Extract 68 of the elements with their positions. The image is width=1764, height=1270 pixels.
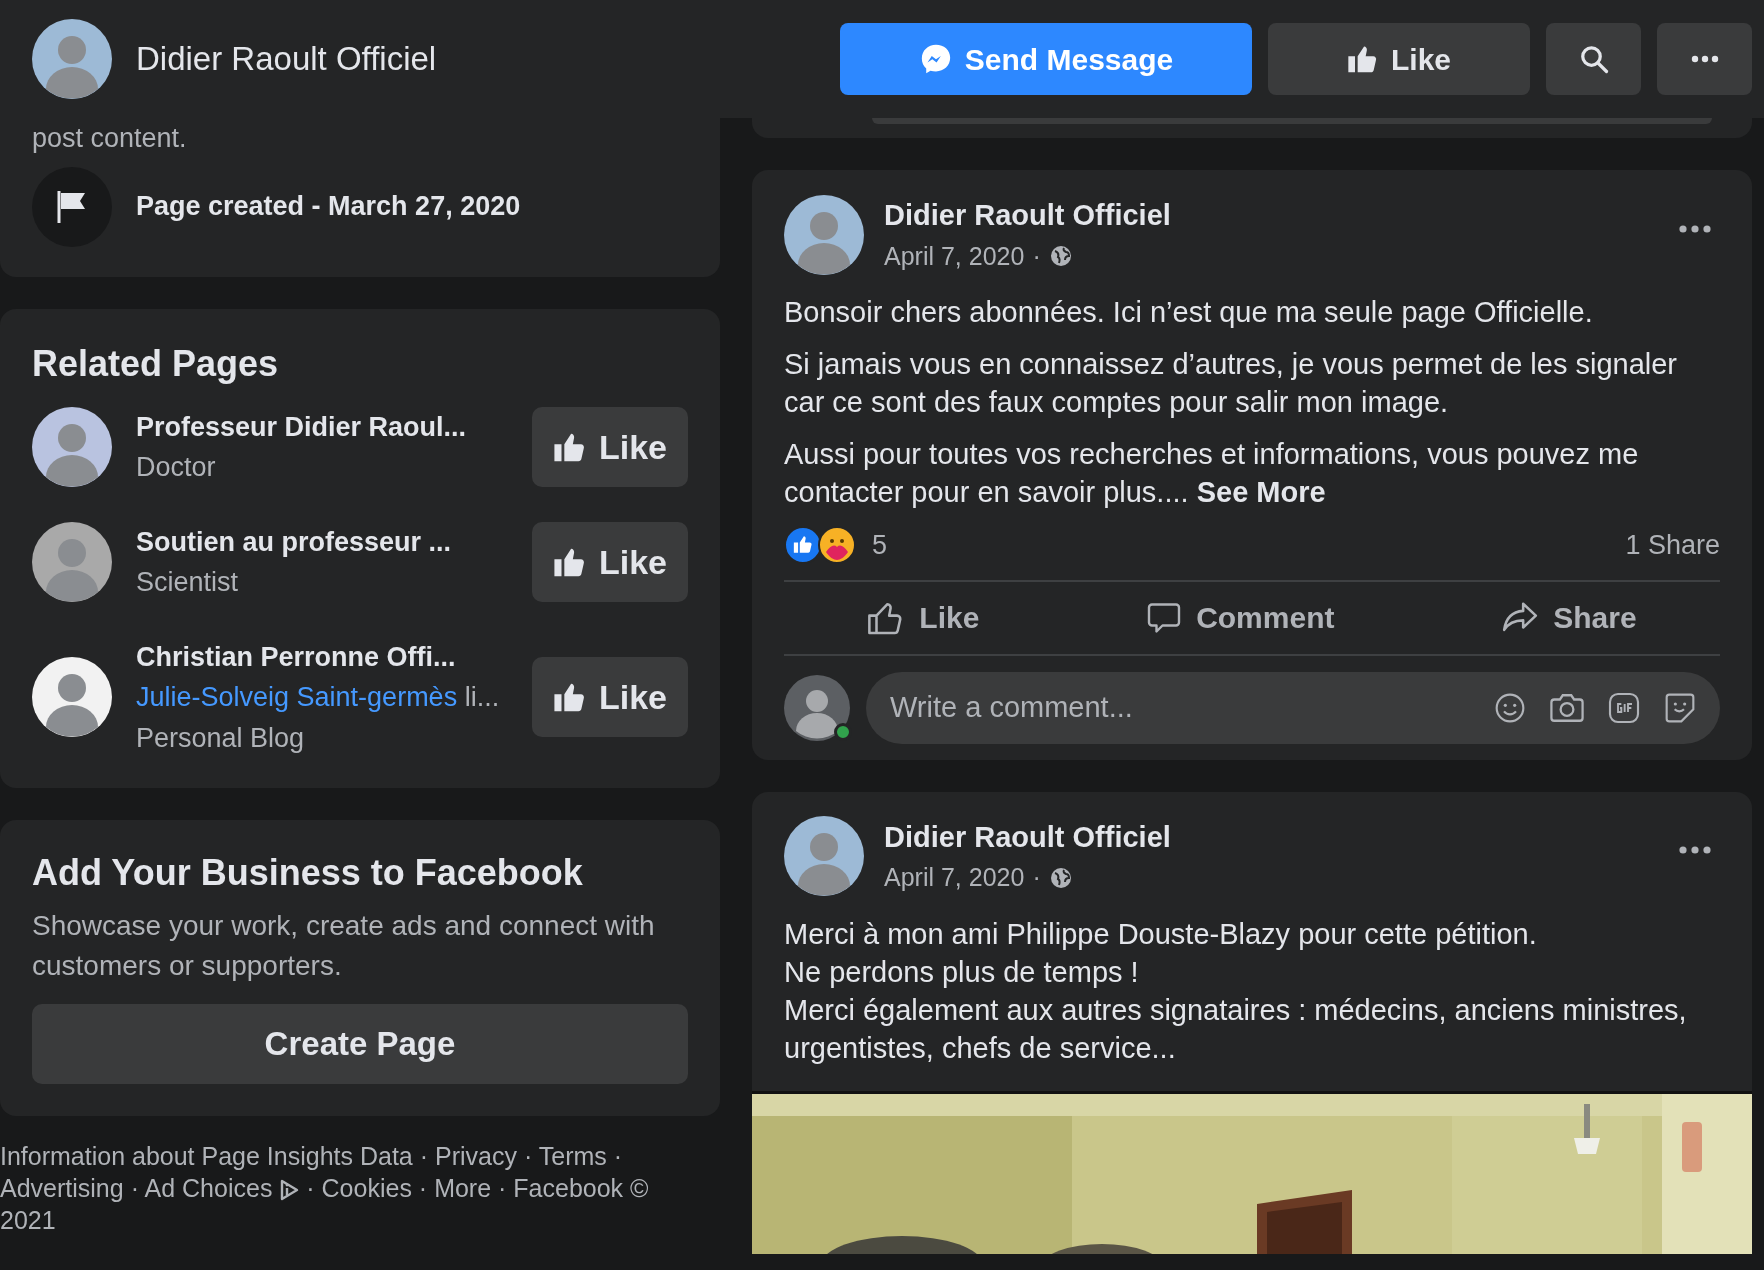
post-line: Merci à mon ami Philippe Douste-Blazy pour cette pétition.: [784, 916, 1538, 952]
search-button[interactable]: [1546, 23, 1641, 95]
separator-dot: ·: [613, 1142, 623, 1170]
separator-dot: ·: [418, 1174, 428, 1202]
care-reaction-icon: [818, 526, 856, 565]
separator-dot: ·: [419, 1142, 429, 1170]
comment-action-button[interactable]: Comment: [1140, 594, 1341, 641]
page-created-text: Page created - March 27, 2020: [136, 190, 521, 224]
footer-text: Information about Page Insights Data · Privacy · Terms · Advertising · Ad Choices · Cookies · More · Facebook © 2021: [0, 1141, 650, 1236]
liked-by-text: Julie-Solveig Saint-germès li...: [136, 681, 501, 714]
page-name[interactable]: Christian Perronne Offi...: [136, 636, 508, 677]
footer-link[interactable]: Cookies: [321, 1174, 412, 1202]
post-paragraph: Bonsoir chers abonnées. Ici n’est que ma seule page Officielle.: [784, 295, 1594, 330]
more-icon: [1678, 845, 1712, 856]
share-action-button[interactable]: Share: [1495, 594, 1643, 641]
person-link[interactable]: Julie-Solveig Saint-germès: [136, 682, 458, 712]
post-paragraph: Aussi pour toutes vos recherches et informations, vous pouvez me contacter pour en savoir plus.... See More: [784, 437, 1640, 510]
search-icon: [1578, 44, 1609, 74]
author-name[interactable]: Didier Raoult Officiel: [884, 815, 1654, 859]
share-count[interactable]: 1 Share: [1625, 525, 1720, 566]
reaction-count[interactable]: 5: [872, 525, 1626, 566]
separator-dot: ·: [1032, 862, 1041, 893]
footer-link[interactable]: Advertising: [0, 1174, 124, 1202]
page-name[interactable]: Professeur Didier Raoul...: [136, 406, 508, 447]
footer-link[interactable]: Privacy: [435, 1142, 517, 1170]
about-text: post content.: [32, 122, 188, 155]
separator-dot: ·: [1032, 240, 1041, 272]
like-button[interactable]: Like: [1268, 23, 1530, 95]
like-button[interactable]: Like: [532, 522, 688, 602]
like-button[interactable]: Like: [532, 657, 688, 738]
camera-icon: [1550, 691, 1584, 724]
globe-icon: [1048, 865, 1073, 890]
post-date[interactable]: April 7, 2020: [884, 859, 1025, 897]
smiley-icon: [1494, 691, 1526, 724]
separator-dot: ·: [498, 1174, 507, 1202]
post-line: Merci également aux autres signataires : médecins, anciens ministres, urgentistes, chefs de service...: [784, 992, 1688, 1066]
footer-link[interactable]: Ad Choices: [144, 1174, 300, 1202]
post-paragraph: Si jamais vous en connaissez d’autres, je vous permet de les signaler car ce sont des faux comptes pour salir mon image.: [784, 347, 1678, 420]
page-category: Scientist: [136, 566, 240, 599]
footer-link[interactable]: Information about Page Insights Data: [0, 1142, 413, 1170]
globe-icon: [1048, 244, 1073, 269]
post-date[interactable]: April 7, 2020: [884, 237, 1025, 275]
like-button[interactable]: Like: [532, 407, 688, 487]
comment-field[interactable]: Write a comment...: [866, 671, 1720, 744]
avatar: [784, 674, 850, 741]
more-icon: [1678, 223, 1712, 234]
business-title: Add Your Business to Facebook: [32, 851, 584, 895]
footer-link[interactable]: Terms: [538, 1142, 607, 1170]
page-title: Didier Raoult Officiel: [136, 39, 437, 80]
post-line: Ne perdons plus de temps !: [784, 954, 1140, 990]
separator-dot: ·: [130, 1174, 139, 1202]
create-page-button[interactable]: Create Page: [32, 1004, 688, 1084]
like-action-button[interactable]: Like: [861, 594, 986, 641]
author-name[interactable]: Didier Raoult Officiel: [884, 194, 1654, 238]
separator-dot: ·: [306, 1174, 315, 1202]
footer-link[interactable]: More: [434, 1174, 492, 1202]
more-icon: [1690, 55, 1719, 63]
page-category: Personal Blog: [136, 721, 306, 755]
gif-icon: [1608, 691, 1640, 724]
adchoices-icon: [279, 1179, 300, 1202]
page-name[interactable]: Soutien au professeur ...: [136, 521, 508, 562]
separator-dot: ·: [523, 1142, 533, 1170]
section-title: Related Pages: [32, 341, 280, 386]
like-reaction-icon: [784, 526, 822, 565]
page-category: Doctor: [136, 451, 217, 484]
see-more-link[interactable]: See More: [1196, 476, 1326, 508]
business-description: Showcase your work, create ads and connect with customers or supporters.: [32, 909, 656, 983]
sticker-icon: [1664, 691, 1696, 724]
